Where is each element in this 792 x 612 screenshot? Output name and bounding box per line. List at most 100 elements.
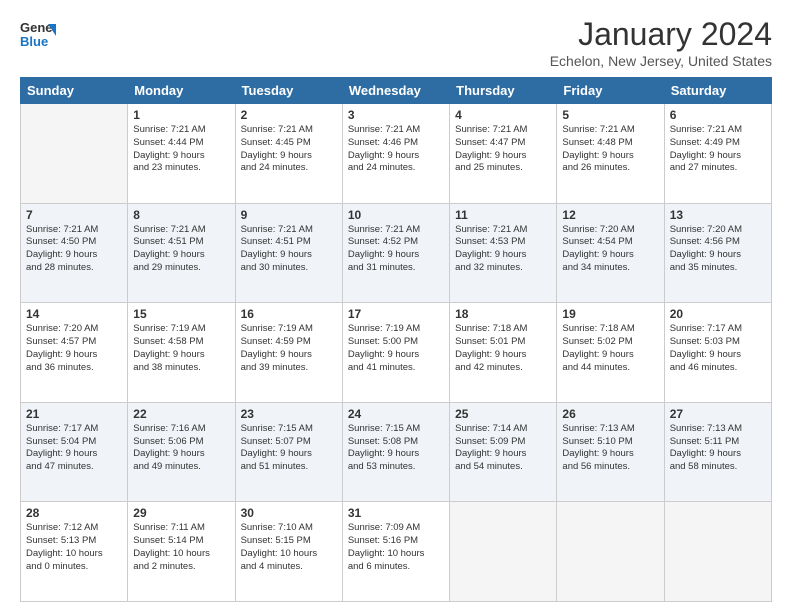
day-info: Sunrise: 7:21 AMSunset: 4:45 PMDaylight:… (241, 124, 337, 175)
table-row (21, 104, 128, 204)
day-number: 22 (133, 407, 229, 421)
day-number: 21 (26, 407, 122, 421)
table-row: 20 Sunrise: 7:17 AMSunset: 5:03 PMDayligh… (664, 303, 771, 403)
table-row: 27 Sunrise: 7:13 AMSunset: 5:11 PMDayligh… (664, 402, 771, 502)
day-info: Sunrise: 7:09 AMSunset: 5:16 PMDaylight:… (348, 522, 444, 573)
table-row: 21Sunrise: 7:17 AMSunset: 5:04 PMDayligh… (21, 402, 128, 502)
day-info: Sunrise: 7:17 AMSunset: 5:03 PMDaylight:… (670, 323, 766, 374)
col-wed: Wednesday (342, 78, 449, 104)
day-number: 10 (348, 208, 444, 222)
day-number: 2 (241, 108, 337, 122)
table-row: 10 Sunrise: 7:21 AMSunset: 4:52 PMDayligh… (342, 203, 449, 303)
table-row: 9Sunrise: 7:21 AMSunset: 4:51 PMDaylight… (235, 203, 342, 303)
table-row: 31 Sunrise: 7:09 AMSunset: 5:16 PMDayligh… (342, 502, 449, 602)
day-info: Sunrise: 7:15 AMSunset: 5:07 PMDaylight:… (241, 423, 337, 474)
day-number: 27 (670, 407, 766, 421)
table-row: 16 Sunrise: 7:19 AMSunset: 4:59 PMDayligh… (235, 303, 342, 403)
table-row: 1 Sunrise: 7:21 AMSunset: 4:44 PMDaylight… (128, 104, 235, 204)
day-number: 1 (133, 108, 229, 122)
table-row: 6Sunrise: 7:21 AMSunset: 4:49 PMDaylight… (664, 104, 771, 204)
day-number: 26 (562, 407, 658, 421)
calendar-body: 1 Sunrise: 7:21 AMSunset: 4:44 PMDaylight… (21, 104, 772, 602)
calendar-table: Sunday Monday Tuesday Wednesday Thursday… (20, 77, 772, 602)
day-info: Sunrise: 7:19 AMSunset: 4:58 PMDaylight:… (133, 323, 229, 374)
day-number: 3 (348, 108, 444, 122)
day-info: Sunrise: 7:16 AMSunset: 5:06 PMDaylight:… (133, 423, 229, 474)
day-info: Sunrise: 7:21 AMSunset: 4:47 PMDaylight:… (455, 124, 551, 175)
table-row (557, 502, 664, 602)
day-number: 11 (455, 208, 551, 222)
table-row: 22 Sunrise: 7:16 AMSunset: 5:06 PMDayligh… (128, 402, 235, 502)
table-row: 13Sunrise: 7:20 AMSunset: 4:56 PMDayligh… (664, 203, 771, 303)
table-row: 29 Sunrise: 7:11 AMSunset: 5:14 PMDayligh… (128, 502, 235, 602)
header: General Blue January 2024 Echelon, New J… (20, 16, 772, 69)
day-number: 8 (133, 208, 229, 222)
logo: General Blue (20, 16, 56, 52)
day-info: Sunrise: 7:20 AMSunset: 4:56 PMDaylight:… (670, 224, 766, 275)
day-number: 9 (241, 208, 337, 222)
day-number: 28 (26, 506, 122, 520)
day-number: 16 (241, 307, 337, 321)
table-row: 19Sunrise: 7:18 AMSunset: 5:02 PMDayligh… (557, 303, 664, 403)
logo-icon: General Blue (20, 16, 56, 52)
table-row: 4 Sunrise: 7:21 AMSunset: 4:47 PMDaylight… (450, 104, 557, 204)
table-row: 15 Sunrise: 7:19 AMSunset: 4:58 PMDayligh… (128, 303, 235, 403)
svg-text:Blue: Blue (20, 34, 48, 49)
day-number: 7 (26, 208, 122, 222)
day-number: 30 (241, 506, 337, 520)
day-info: Sunrise: 7:18 AMSunset: 5:02 PMDaylight:… (562, 323, 658, 374)
day-number: 6 (670, 108, 766, 122)
calendar-row: 7 Sunrise: 7:21 AMSunset: 4:50 PMDaylight… (21, 203, 772, 303)
day-info: Sunrise: 7:19 AMSunset: 4:59 PMDaylight:… (241, 323, 337, 374)
table-row: 12Sunrise: 7:20 AMSunset: 4:54 PMDayligh… (557, 203, 664, 303)
title-block: January 2024 Echelon, New Jersey, United… (550, 16, 772, 69)
day-number: 17 (348, 307, 444, 321)
table-row: 5 Sunrise: 7:21 AMSunset: 4:48 PMDaylight… (557, 104, 664, 204)
day-info: Sunrise: 7:21 AMSunset: 4:46 PMDaylight:… (348, 124, 444, 175)
table-row (450, 502, 557, 602)
day-info: Sunrise: 7:21 AMSunset: 4:50 PMDaylight:… (26, 224, 122, 275)
table-row: 11Sunrise: 7:21 AMSunset: 4:53 PMDayligh… (450, 203, 557, 303)
table-row: 17 Sunrise: 7:19 AMSunset: 5:00 PMDayligh… (342, 303, 449, 403)
day-number: 5 (562, 108, 658, 122)
table-row: 24Sunrise: 7:15 AMSunset: 5:08 PMDayligh… (342, 402, 449, 502)
day-info: Sunrise: 7:11 AMSunset: 5:14 PMDaylight:… (133, 522, 229, 573)
table-row: 28 Sunrise: 7:12 AMSunset: 5:13 PMDayligh… (21, 502, 128, 602)
day-number: 20 (670, 307, 766, 321)
day-info: Sunrise: 7:10 AMSunset: 5:15 PMDaylight:… (241, 522, 337, 573)
day-info: Sunrise: 7:14 AMSunset: 5:09 PMDaylight:… (455, 423, 551, 474)
location: Echelon, New Jersey, United States (550, 53, 772, 69)
day-info: Sunrise: 7:18 AMSunset: 5:01 PMDaylight:… (455, 323, 551, 374)
table-row (664, 502, 771, 602)
calendar-row: 14 Sunrise: 7:20 AMSunset: 4:57 PMDayligh… (21, 303, 772, 403)
table-row: 23 Sunrise: 7:15 AMSunset: 5:07 PMDayligh… (235, 402, 342, 502)
table-row: 30 Sunrise: 7:10 AMSunset: 5:15 PMDayligh… (235, 502, 342, 602)
col-sat: Saturday (664, 78, 771, 104)
day-number: 25 (455, 407, 551, 421)
day-info: Sunrise: 7:21 AMSunset: 4:51 PMDaylight:… (133, 224, 229, 275)
day-number: 24 (348, 407, 444, 421)
day-info: Sunrise: 7:13 AMSunset: 5:11 PMDaylight:… (670, 423, 766, 474)
day-info: Sunrise: 7:20 AMSunset: 4:57 PMDaylight:… (26, 323, 122, 374)
day-info: Sunrise: 7:19 AMSunset: 5:00 PMDaylight:… (348, 323, 444, 374)
page: General Blue January 2024 Echelon, New J… (0, 0, 792, 612)
table-row: 7 Sunrise: 7:21 AMSunset: 4:50 PMDaylight… (21, 203, 128, 303)
col-tue: Tuesday (235, 78, 342, 104)
day-number: 29 (133, 506, 229, 520)
day-number: 12 (562, 208, 658, 222)
day-number: 15 (133, 307, 229, 321)
day-number: 14 (26, 307, 122, 321)
table-row: 26Sunrise: 7:13 AMSunset: 5:10 PMDayligh… (557, 402, 664, 502)
day-info: Sunrise: 7:12 AMSunset: 5:13 PMDaylight:… (26, 522, 122, 573)
col-sun: Sunday (21, 78, 128, 104)
day-info: Sunrise: 7:21 AMSunset: 4:52 PMDaylight:… (348, 224, 444, 275)
day-info: Sunrise: 7:21 AMSunset: 4:48 PMDaylight:… (562, 124, 658, 175)
month-title: January 2024 (550, 16, 772, 53)
day-info: Sunrise: 7:21 AMSunset: 4:44 PMDaylight:… (133, 124, 229, 175)
day-number: 4 (455, 108, 551, 122)
col-thu: Thursday (450, 78, 557, 104)
calendar-row: 28 Sunrise: 7:12 AMSunset: 5:13 PMDayligh… (21, 502, 772, 602)
calendar-row: 1 Sunrise: 7:21 AMSunset: 4:44 PMDaylight… (21, 104, 772, 204)
day-number: 31 (348, 506, 444, 520)
day-number: 23 (241, 407, 337, 421)
